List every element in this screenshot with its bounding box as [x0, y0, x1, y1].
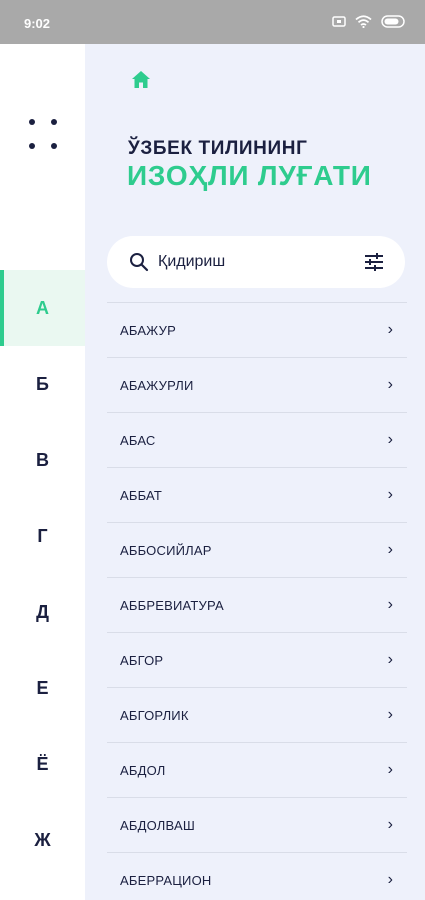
word-list: АБАЖУР › АБАЖУРЛИ › АБАС › АББАТ › АББОСИЙЛА… [107, 302, 407, 900]
word-row[interactable]: АБДОЛВАШ › [107, 797, 407, 852]
chevron-right-icon: › [387, 321, 393, 338]
search-input[interactable] [158, 251, 348, 273]
word-row[interactable]: АБГОРЛИК › [107, 687, 407, 742]
wifi-icon [355, 15, 372, 28]
word-label: АБГОР [120, 652, 164, 668]
word-row[interactable]: АБАЖУРЛИ › [107, 357, 407, 412]
word-label: АББРЕВИАТУРА [120, 597, 224, 613]
word-row[interactable]: АББРЕВИАТУРА › [107, 577, 407, 632]
status-bar: 9:02 [0, 0, 425, 44]
app-title-line2: ИЗОҲЛИ ЛУҒАТИ [127, 160, 372, 191]
alphabet-sidebar: А Б В Г Д Е Ё Ж [0, 44, 85, 900]
word-label: АББОСИЙЛАР [120, 542, 212, 558]
letter-de[interactable]: Д [0, 574, 85, 650]
chevron-right-icon: › [387, 871, 393, 888]
chevron-right-icon: › [387, 431, 393, 448]
word-label: АБДОЛВАШ [120, 817, 195, 833]
word-label: АБДОЛ [120, 762, 166, 778]
letter-be[interactable]: Б [0, 346, 85, 422]
chevron-right-icon: › [387, 486, 393, 503]
word-row[interactable]: АББОСИЙЛАР › [107, 522, 407, 577]
word-label: АБГОРЛИК [120, 707, 189, 723]
chevron-right-icon: › [387, 651, 393, 668]
battery-icon [381, 15, 405, 28]
chevron-right-icon: › [387, 761, 393, 778]
letter-a[interactable]: А [0, 270, 85, 346]
chevron-right-icon: › [387, 816, 393, 833]
filter-icon[interactable] [363, 252, 385, 272]
search-bar [107, 236, 405, 288]
app-title-line1: ЎЗБЕК ТИЛИНИНГ [128, 138, 308, 159]
status-icons [332, 15, 407, 28]
home-icon[interactable] [130, 69, 152, 91]
search-icon [130, 253, 149, 272]
word-label: АБАЖУР [120, 322, 177, 338]
letter-ve[interactable]: В [0, 422, 85, 498]
letter-yo[interactable]: Ё [0, 726, 85, 802]
chevron-right-icon: › [387, 706, 393, 723]
dots-grid-icon[interactable] [29, 119, 59, 151]
word-row[interactable]: АББАТ › [107, 467, 407, 522]
screen-icon [332, 15, 346, 27]
word-label: АББАТ [120, 487, 163, 503]
word-label: АБАЖУРЛИ [120, 377, 194, 393]
letter-ye[interactable]: Е [0, 650, 85, 726]
word-row[interactable]: АБГОР › [107, 632, 407, 687]
word-row[interactable]: АБАС › [107, 412, 407, 467]
chevron-right-icon: › [387, 541, 393, 558]
word-row[interactable]: АБЕРРАЦИОН › [107, 852, 407, 900]
status-time: 9:02 [24, 16, 51, 31]
word-label: АБАС [120, 432, 156, 448]
word-label: АБЕРРАЦИОН [120, 872, 212, 888]
letter-zhe[interactable]: Ж [0, 802, 85, 878]
chevron-right-icon: › [387, 596, 393, 613]
word-row[interactable]: АБАЖУР › [107, 302, 407, 357]
word-row[interactable]: АБДОЛ › [107, 742, 407, 797]
letter-ge[interactable]: Г [0, 498, 85, 574]
chevron-right-icon: › [387, 376, 393, 393]
